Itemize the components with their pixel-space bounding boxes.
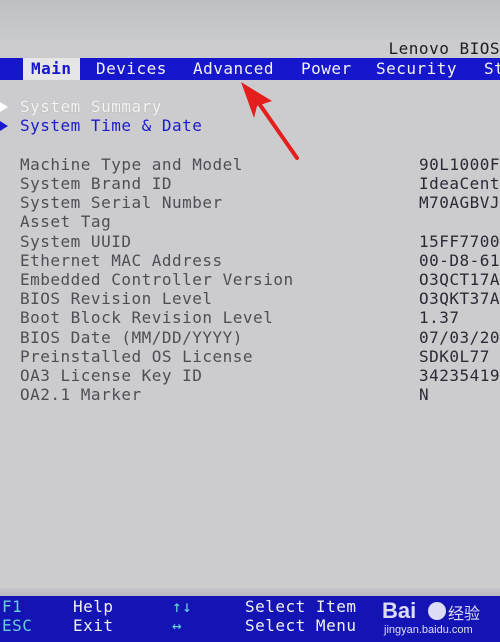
annotation-arrow-icon — [241, 82, 299, 160]
key-help-desc: Help — [73, 597, 114, 616]
watermark-text: 经验 — [448, 604, 481, 623]
baidu-jingyan-watermark: Bai 经验 jingyan.baidu.com — [382, 598, 500, 642]
paw-logo-icon — [428, 602, 446, 620]
arrows-updown-icon: ↑↓ — [172, 597, 193, 616]
key-esc: ESC — [2, 616, 33, 635]
key-select-item-desc: Select Item — [245, 597, 357, 616]
footer-divider — [0, 588, 500, 596]
watermark-brand: Bai — [382, 598, 417, 623]
key-f1: F1 — [2, 597, 23, 616]
key-select-menu-desc: Select Menu — [245, 616, 357, 635]
key-exit-desc: Exit — [73, 616, 114, 635]
watermark-site: jingyan.baidu.com — [384, 624, 473, 636]
arrows-leftright-icon: ↔ — [172, 616, 183, 635]
